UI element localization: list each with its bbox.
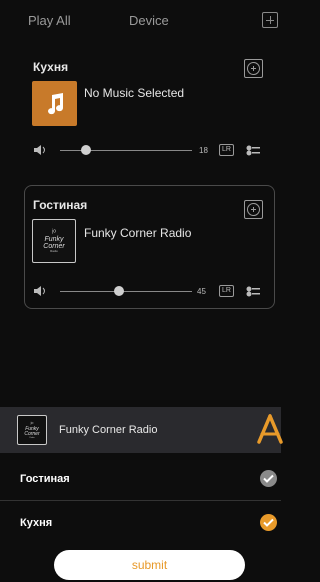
track-title-kitchen: No Music Selected bbox=[84, 86, 185, 100]
album-art-text: Funky bbox=[44, 236, 64, 243]
volume-slider-thumb[interactable] bbox=[114, 286, 124, 296]
add-to-room-icon[interactable] bbox=[244, 200, 263, 219]
device-tab[interactable]: Device bbox=[129, 13, 169, 28]
volume-slider-thumb[interactable] bbox=[81, 145, 91, 155]
volume-slider-kitchen[interactable] bbox=[60, 150, 192, 151]
now-playing-title: Funky Corner Radio bbox=[59, 424, 158, 436]
lr-balance-button[interactable]: LR bbox=[219, 144, 234, 156]
volume-value-kitchen: 18 bbox=[199, 146, 208, 155]
submit-button[interactable]: submit bbox=[54, 550, 245, 580]
volume-value-living-room: 45 bbox=[197, 287, 206, 296]
check-icon[interactable] bbox=[260, 514, 277, 531]
lr-balance-button[interactable]: LR bbox=[219, 285, 234, 297]
volume-icon[interactable] bbox=[34, 286, 48, 296]
device-label: Кухня bbox=[20, 517, 53, 529]
now-playing-album-art: ʲᵒ Funky Corner Radio bbox=[17, 415, 47, 445]
album-art-text: Radio bbox=[50, 249, 58, 253]
equalizer-settings-icon[interactable] bbox=[246, 286, 260, 297]
play-all-tab[interactable]: Play All bbox=[28, 13, 71, 28]
app-logo-icon bbox=[257, 414, 283, 444]
add-icon[interactable] bbox=[262, 12, 278, 28]
volume-slider-living-room[interactable] bbox=[60, 291, 192, 292]
album-art-text: ʲᵒ bbox=[52, 229, 56, 236]
track-title-living-room: Funky Corner Radio bbox=[84, 226, 192, 240]
top-bar: Play All Device bbox=[0, 0, 281, 42]
now-playing-bar[interactable]: ʲᵒ Funky Corner Radio Funky Corner Radio bbox=[0, 407, 281, 453]
equalizer-settings-icon[interactable] bbox=[246, 145, 260, 156]
volume-icon[interactable] bbox=[34, 145, 48, 155]
album-art-placeholder bbox=[32, 81, 77, 126]
music-note-icon bbox=[47, 92, 63, 114]
check-icon[interactable] bbox=[260, 470, 277, 487]
device-label: Гостиная bbox=[20, 473, 70, 485]
album-art-text: Radio bbox=[29, 436, 35, 439]
device-row-kitchen[interactable]: Кухня bbox=[0, 501, 281, 545]
album-art-funky: ʲᵒ Funky Corner Radio bbox=[32, 219, 76, 263]
add-to-room-icon[interactable] bbox=[244, 59, 263, 78]
device-row-living-room[interactable]: Гостиная bbox=[0, 456, 281, 500]
room-name-living-room: Гостиная bbox=[33, 198, 88, 212]
room-name-kitchen: Кухня bbox=[33, 60, 69, 74]
